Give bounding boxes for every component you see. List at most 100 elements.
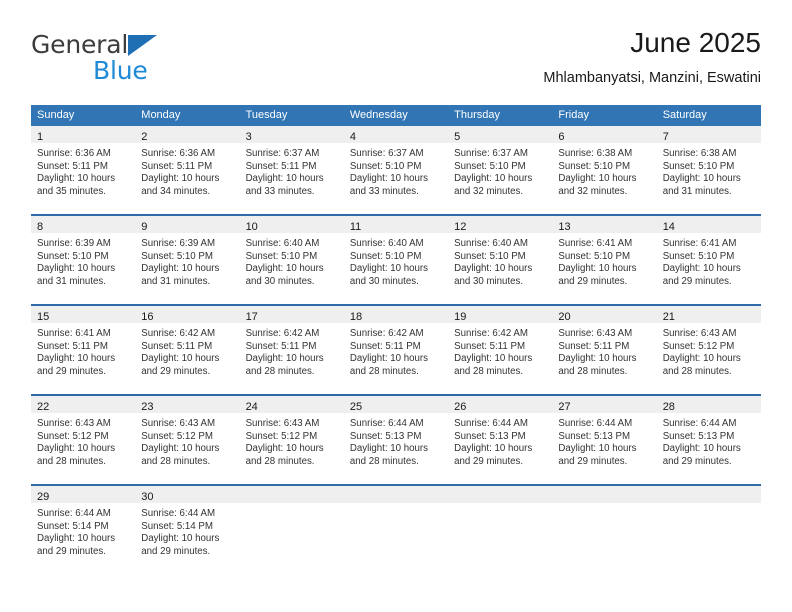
day-number-band: 29 (31, 486, 136, 503)
calendar-day-cell[interactable]: 23 Sunrise: 6:43 AM Sunset: 5:12 PM Dayligh… (135, 396, 240, 484)
calendar-day-cell[interactable]: 1 Sunrise: 6:36 AM Sunset: 5:11 PM Daylight… (31, 126, 136, 214)
daylight-text-line2: and 28 minutes. (662, 365, 732, 377)
calendar-day-cell[interactable]: 16 Sunrise: 6:42 AM Sunset: 5:11 PM Dayligh… (135, 306, 240, 394)
calendar-day-cell[interactable]: 20 Sunrise: 6:43 AM Sunset: 5:11 PM Dayligh… (552, 306, 657, 394)
day-details: Sunrise: 6:44 AM Sunset: 5:13 PM Daylight:… (344, 413, 448, 468)
calendar-day-cell[interactable]: 4 Sunrise: 6:37 AM Sunset: 5:10 PM Daylight… (343, 126, 449, 214)
sunrise-text: Sunrise: 6:38 AM (558, 148, 633, 159)
day-details: Sunrise: 6:37 AM Sunset: 5:10 PM Daylight:… (448, 143, 552, 198)
day-number: 27 (558, 401, 571, 413)
day-number-band: 1 (31, 126, 136, 143)
daylight-text-line2: and 28 minutes. (141, 455, 211, 467)
calendar-day-cell[interactable]: 7 Sunrise: 6:38 AM Sunset: 5:10 PM Daylight… (656, 126, 761, 214)
day-number-band: 10 (239, 216, 344, 233)
daylight-text-line1: Daylight: 10 hours (558, 353, 637, 365)
page-title: June 2025 (630, 27, 761, 58)
calendar-day-cell-empty (343, 486, 449, 574)
sunrise-text: Sunrise: 6:40 AM (245, 238, 320, 249)
daylight-text-line1: Daylight: 10 hours (37, 353, 116, 365)
calendar-day-cell[interactable]: 27 Sunrise: 6:44 AM Sunset: 5:13 PM Dayligh… (552, 396, 657, 484)
sunrise-text: Sunrise: 6:37 AM (349, 148, 424, 159)
daylight-text-line1: Daylight: 10 hours (454, 443, 533, 455)
daylight-text-line1: Daylight: 10 hours (558, 443, 637, 455)
sunset-text: Sunset: 5:10 PM (662, 160, 735, 172)
day-number-band (448, 486, 553, 503)
sunset-text: Sunset: 5:10 PM (558, 250, 631, 262)
calendar-day-cell[interactable]: 6 Sunrise: 6:38 AM Sunset: 5:10 PM Daylight… (552, 126, 657, 214)
calendar-day-cell[interactable]: 15 Sunrise: 6:41 AM Sunset: 5:11 PM Dayligh… (31, 306, 136, 394)
sunrise-text: Sunrise: 6:36 AM (141, 148, 216, 159)
day-number: 20 (558, 311, 571, 323)
logo-text-blue: Blue (93, 56, 148, 85)
day-number-band: 4 (343, 126, 449, 143)
day-details: Sunrise: 6:39 AM Sunset: 5:10 PM Daylight:… (31, 233, 135, 288)
daylight-text-line1: Daylight: 10 hours (349, 443, 428, 455)
calendar-day-cell[interactable]: 10 Sunrise: 6:40 AM Sunset: 5:10 PM Dayligh… (239, 216, 344, 304)
calendar-day-cell[interactable]: 30 Sunrise: 6:44 AM Sunset: 5:14 PM Dayligh… (135, 486, 240, 574)
calendar-day-cell[interactable]: 28 Sunrise: 6:44 AM Sunset: 5:13 PM Dayligh… (656, 396, 761, 484)
calendar-day-cell[interactable]: 21 Sunrise: 6:43 AM Sunset: 5:12 PM Dayligh… (656, 306, 761, 394)
calendar-day-cell[interactable]: 3 Sunrise: 6:37 AM Sunset: 5:11 PM Daylight… (239, 126, 344, 214)
calendar-day-cell[interactable]: 22 Sunrise: 6:43 AM Sunset: 5:12 PM Dayligh… (31, 396, 136, 484)
calendar-day-cell[interactable]: 9 Sunrise: 6:39 AM Sunset: 5:10 PM Daylight… (135, 216, 240, 304)
daylight-text-line2: and 29 minutes. (558, 275, 628, 287)
weekday-header-monday: Monday (141, 109, 181, 121)
calendar-day-cell-empty (448, 486, 553, 574)
daylight-text-line1: Daylight: 10 hours (141, 173, 220, 185)
sunrise-text: Sunrise: 6:44 AM (349, 418, 424, 429)
weekday-header-row: Sunday Monday Tuesday Wednesday Thursday… (31, 105, 761, 126)
daylight-text-line1: Daylight: 10 hours (141, 353, 220, 365)
weekday-header-friday: Friday (558, 109, 589, 121)
sunset-text: Sunset: 5:13 PM (349, 430, 422, 442)
daylight-text-line1: Daylight: 10 hours (662, 173, 741, 185)
calendar-day-cell[interactable]: 12 Sunrise: 6:40 AM Sunset: 5:10 PM Dayligh… (448, 216, 553, 304)
daylight-text-line1: Daylight: 10 hours (558, 263, 637, 275)
day-details: Sunrise: 6:41 AM Sunset: 5:11 PM Daylight:… (31, 323, 135, 378)
daylight-text-line1: Daylight: 10 hours (141, 533, 220, 545)
daylight-text-line2: and 28 minutes. (454, 365, 524, 377)
calendar-day-cell[interactable]: 17 Sunrise: 6:42 AM Sunset: 5:11 PM Dayligh… (239, 306, 344, 394)
daylight-text-line2: and 29 minutes. (37, 365, 106, 377)
sunset-text: Sunset: 5:10 PM (37, 250, 109, 262)
day-number: 6 (558, 131, 565, 143)
calendar-day-cell[interactable]: 18 Sunrise: 6:42 AM Sunset: 5:11 PM Dayligh… (343, 306, 449, 394)
calendar-day-cell[interactable]: 8 Sunrise: 6:39 AM Sunset: 5:10 PM Daylight… (31, 216, 136, 304)
calendar-day-cell[interactable]: 5 Sunrise: 6:37 AM Sunset: 5:10 PM Daylight… (448, 126, 553, 214)
daylight-text-line2: and 33 minutes. (245, 185, 315, 197)
calendar-day-cell[interactable]: 25 Sunrise: 6:44 AM Sunset: 5:13 PM Dayligh… (343, 396, 449, 484)
calendar-day-cell[interactable]: 19 Sunrise: 6:42 AM Sunset: 5:11 PM Dayligh… (448, 306, 553, 394)
day-number: 17 (245, 311, 258, 323)
calendar-grid: Sunday Monday Tuesday Wednesday Thursday… (31, 105, 761, 574)
daylight-text-line1: Daylight: 10 hours (37, 533, 116, 545)
day-number-band: 19 (448, 306, 553, 323)
day-number: 10 (245, 221, 258, 233)
calendar-day-cell[interactable]: 14 Sunrise: 6:41 AM Sunset: 5:10 PM Dayligh… (656, 216, 761, 304)
sunrise-text: Sunrise: 6:43 AM (662, 328, 737, 339)
calendar-day-cell[interactable]: 29 Sunrise: 6:44 AM Sunset: 5:14 PM Dayligh… (31, 486, 136, 574)
calendar-day-cell[interactable]: 24 Sunrise: 6:43 AM Sunset: 5:12 PM Dayligh… (239, 396, 344, 484)
sunrise-text: Sunrise: 6:43 AM (245, 418, 320, 429)
day-number: 15 (37, 311, 50, 323)
sunrise-text: Sunrise: 6:42 AM (349, 328, 424, 339)
day-details: Sunrise: 6:43 AM Sunset: 5:11 PM Daylight:… (552, 323, 656, 378)
calendar-day-cell[interactable]: 26 Sunrise: 6:44 AM Sunset: 5:13 PM Dayligh… (448, 396, 553, 484)
daylight-text-line2: and 28 minutes. (349, 455, 419, 467)
daylight-text-line1: Daylight: 10 hours (454, 173, 533, 185)
sunrise-text: Sunrise: 6:40 AM (454, 238, 528, 249)
day-number-band: 12 (448, 216, 553, 233)
sunset-text: Sunset: 5:11 PM (245, 160, 317, 172)
day-details: Sunrise: 6:38 AM Sunset: 5:10 PM Daylight:… (552, 143, 656, 198)
calendar-week-row: 1 Sunrise: 6:36 AM Sunset: 5:11 PM Daylight… (31, 126, 761, 214)
general-blue-logo[interactable]: General Blue (31, 31, 261, 91)
day-number: 11 (349, 221, 362, 233)
calendar-day-cell[interactable]: 11 Sunrise: 6:40 AM Sunset: 5:10 PM Dayligh… (343, 216, 449, 304)
day-number: 1 (37, 131, 44, 143)
day-details: Sunrise: 6:37 AM Sunset: 5:10 PM Daylight:… (344, 143, 448, 198)
sunrise-text: Sunrise: 6:43 AM (141, 418, 216, 429)
daylight-text-line2: and 30 minutes. (349, 275, 419, 287)
calendar-day-cell[interactable]: 13 Sunrise: 6:41 AM Sunset: 5:10 PM Dayligh… (552, 216, 657, 304)
sunset-text: Sunset: 5:13 PM (662, 430, 735, 442)
day-number-band: 14 (656, 216, 761, 233)
day-number-band: 9 (135, 216, 240, 233)
calendar-day-cell[interactable]: 2 Sunrise: 6:36 AM Sunset: 5:11 PM Daylight… (135, 126, 240, 214)
